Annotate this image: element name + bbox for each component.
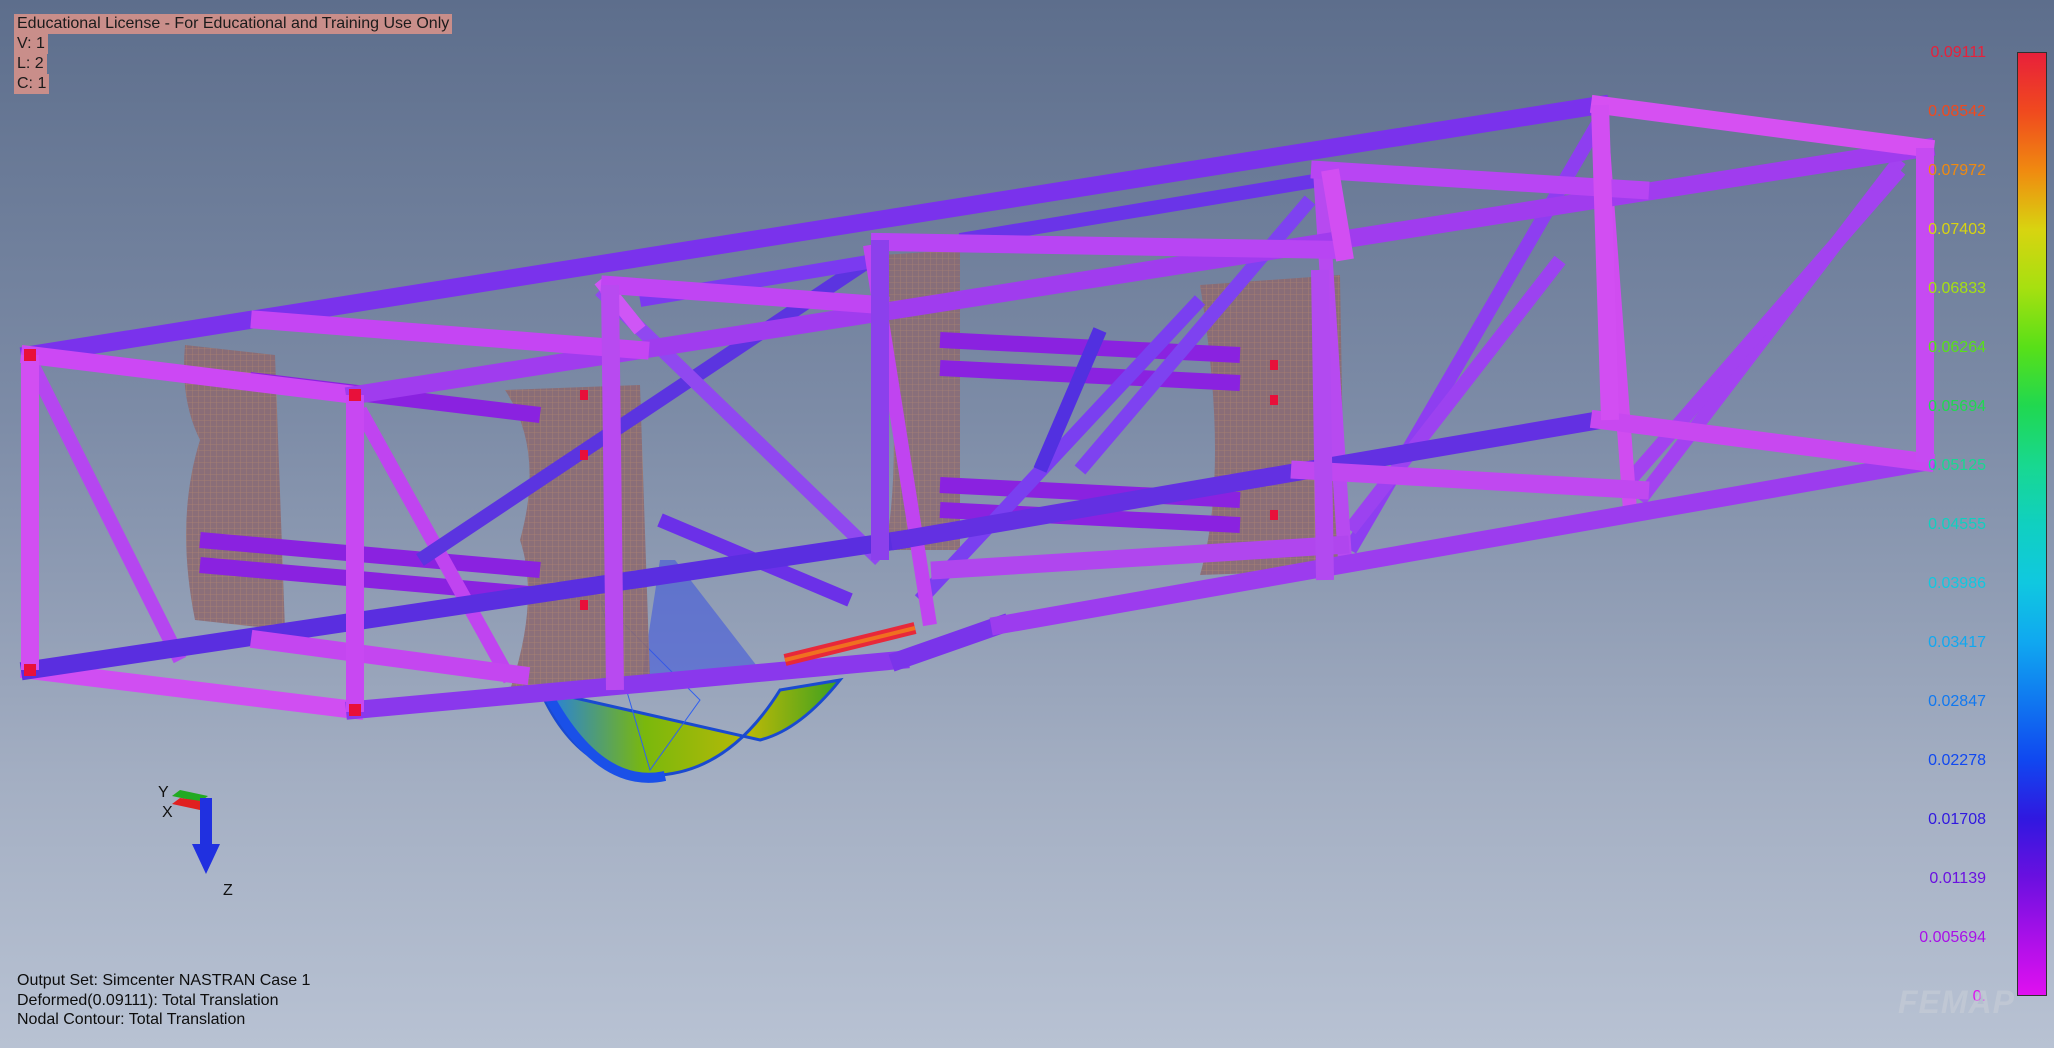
- legend-value-label: 0.02278: [1928, 752, 1986, 769]
- legend-value-label: 0.03417: [1928, 634, 1986, 651]
- top-frame: [19, 94, 1936, 406]
- legend-value-label: 0.04555: [1928, 516, 1986, 533]
- legend-value-label: 0.005694: [1919, 929, 1986, 946]
- triad-x-label: X: [162, 804, 173, 821]
- legend-value-label: 0.06833: [1928, 280, 1986, 297]
- legend-value-label: 0.01139: [1929, 870, 1986, 887]
- csys-indicator: C: 1: [14, 74, 50, 94]
- contour-label: Nodal Contour: Total Translation: [17, 1011, 246, 1028]
- layer-indicator: L: 2: [14, 54, 47, 74]
- license-text: Educational License - For Educational an…: [14, 14, 453, 34]
- deformed-label: Deformed(0.09111): Total Translation: [17, 991, 279, 1009]
- femap-watermark: FEMAP: [1898, 984, 2015, 1020]
- legend-value-label: 0.06264: [1928, 339, 1986, 356]
- license-banner: Educational License - For Educational an…: [14, 14, 453, 94]
- legend-value-label: 0.08542: [1928, 103, 1986, 120]
- output-info: Output Set: Simcenter NASTRAN Case 1 Def…: [17, 971, 310, 1030]
- legend-value-label: 0.07972: [1928, 162, 1986, 179]
- contour-legend-bar: [2017, 52, 2047, 996]
- legend-value-label: 0.05694: [1928, 398, 1986, 415]
- legend-value-label: 0.01708: [1928, 811, 1986, 828]
- triad-z-label: Z: [223, 882, 233, 899]
- graphics-viewport[interactable]: Educational License - For Educational an…: [0, 0, 2054, 1048]
- fe-model-view[interactable]: [0, 0, 2054, 1048]
- legend-value-label: 0.09111: [1930, 44, 1986, 61]
- triad-y-label: Y: [158, 784, 169, 801]
- legend-value-label: 0.05125: [1928, 457, 1986, 474]
- legend-value-label: 0.07403: [1928, 221, 1986, 238]
- output-set-label: Output Set: Simcenter NASTRAN Case 1: [17, 972, 311, 989]
- legend-value-label: 0.02847: [1928, 693, 1986, 710]
- view-indicator: V: 1: [14, 34, 48, 54]
- legend-value-label: 0.03986: [1928, 575, 1986, 592]
